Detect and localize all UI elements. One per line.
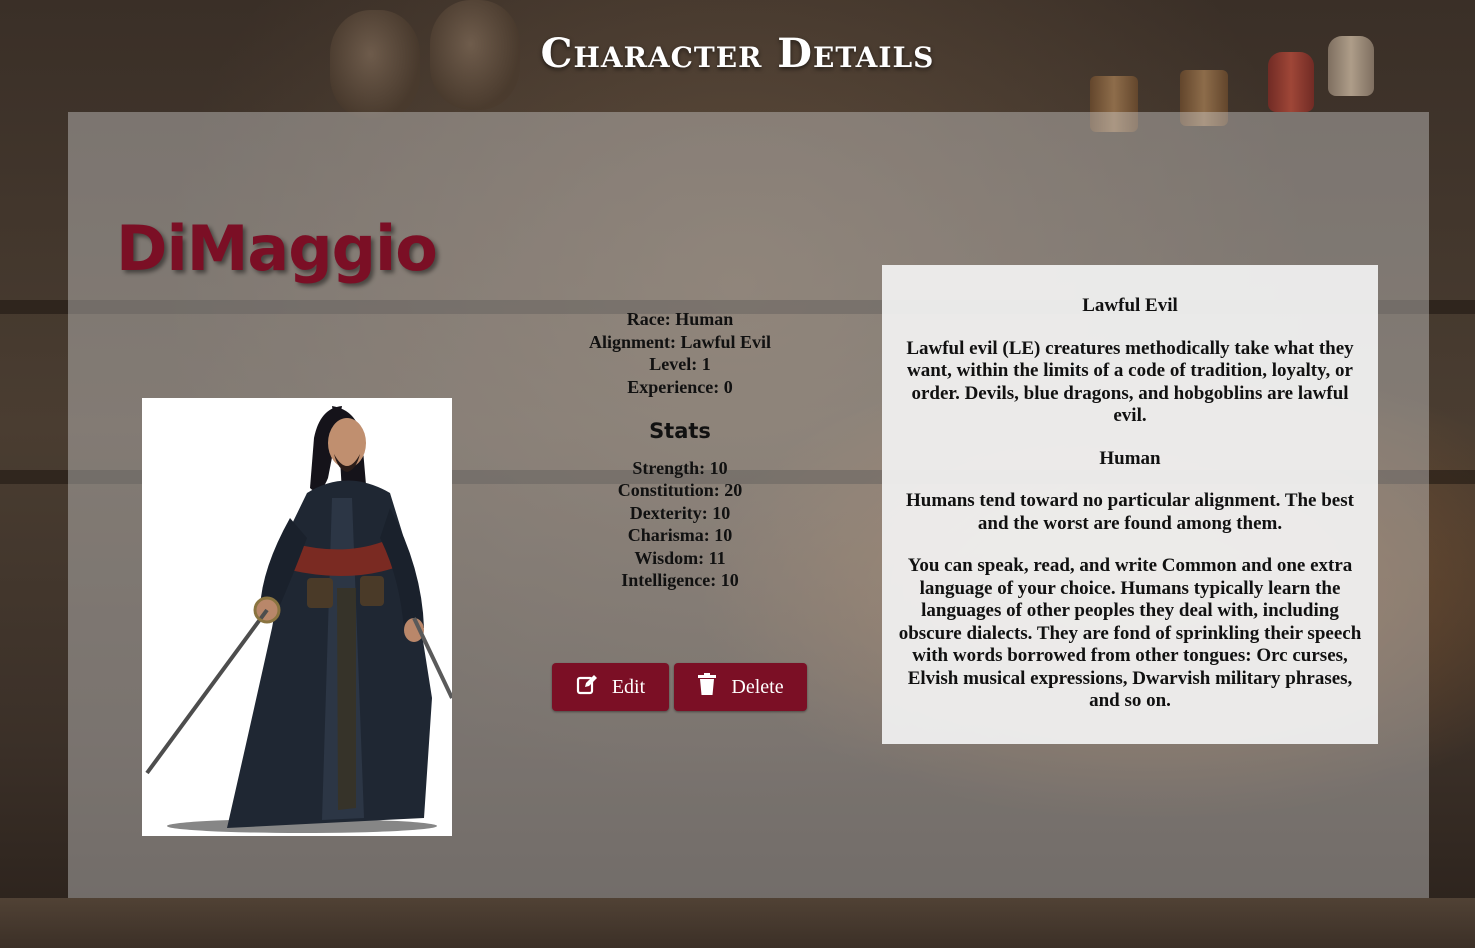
stats-heading: Stats (649, 419, 711, 443)
portrait-figure (145, 406, 454, 833)
stat-charisma: Charisma: 10 (627, 525, 733, 545)
edit-button[interactable]: Edit (552, 663, 669, 711)
delete-button-label: Delete (731, 675, 784, 698)
stat-strength: Strength: 10 (632, 457, 728, 478)
delete-button[interactable]: Delete (674, 663, 807, 711)
stat-constitution: Constitution: 20 (617, 480, 743, 500)
info-card: Lawful Evil Lawful evil (LE) creatures m… (882, 265, 1378, 744)
edit-icon (576, 673, 598, 701)
alignment-title: Lawful Evil (1082, 295, 1178, 316)
character-name: DiMaggio (116, 212, 438, 285)
stat-dexterity: Dexterity: 10 (629, 502, 731, 523)
stat-wisdom: Wisdom: 11 (634, 547, 726, 568)
edit-button-label: Edit (611, 675, 646, 698)
trash-icon (697, 673, 717, 701)
alignment-description: Lawful evil (LE) creatures methodically … (906, 337, 1354, 427)
language-description: You can speak, read, and write Common an… (898, 555, 1362, 711)
character-stats: Race: Human Alignment: Lawful Evil Level… (530, 308, 830, 592)
character-portrait (142, 398, 454, 836)
race-text: Race: Human (626, 309, 734, 329)
alignment-text: Alignment: Lawful Evil (588, 331, 771, 352)
level-text: Level: 1 (649, 354, 711, 374)
page-title: Character Details (540, 30, 935, 77)
stat-intelligence: Intelligence: 10 (621, 570, 739, 590)
race-title: Human (1099, 447, 1161, 469)
experience-text: Experience: 0 (627, 376, 733, 397)
bg-table (0, 898, 1475, 948)
race-description: Humans tend toward no particular alignme… (906, 490, 1354, 534)
